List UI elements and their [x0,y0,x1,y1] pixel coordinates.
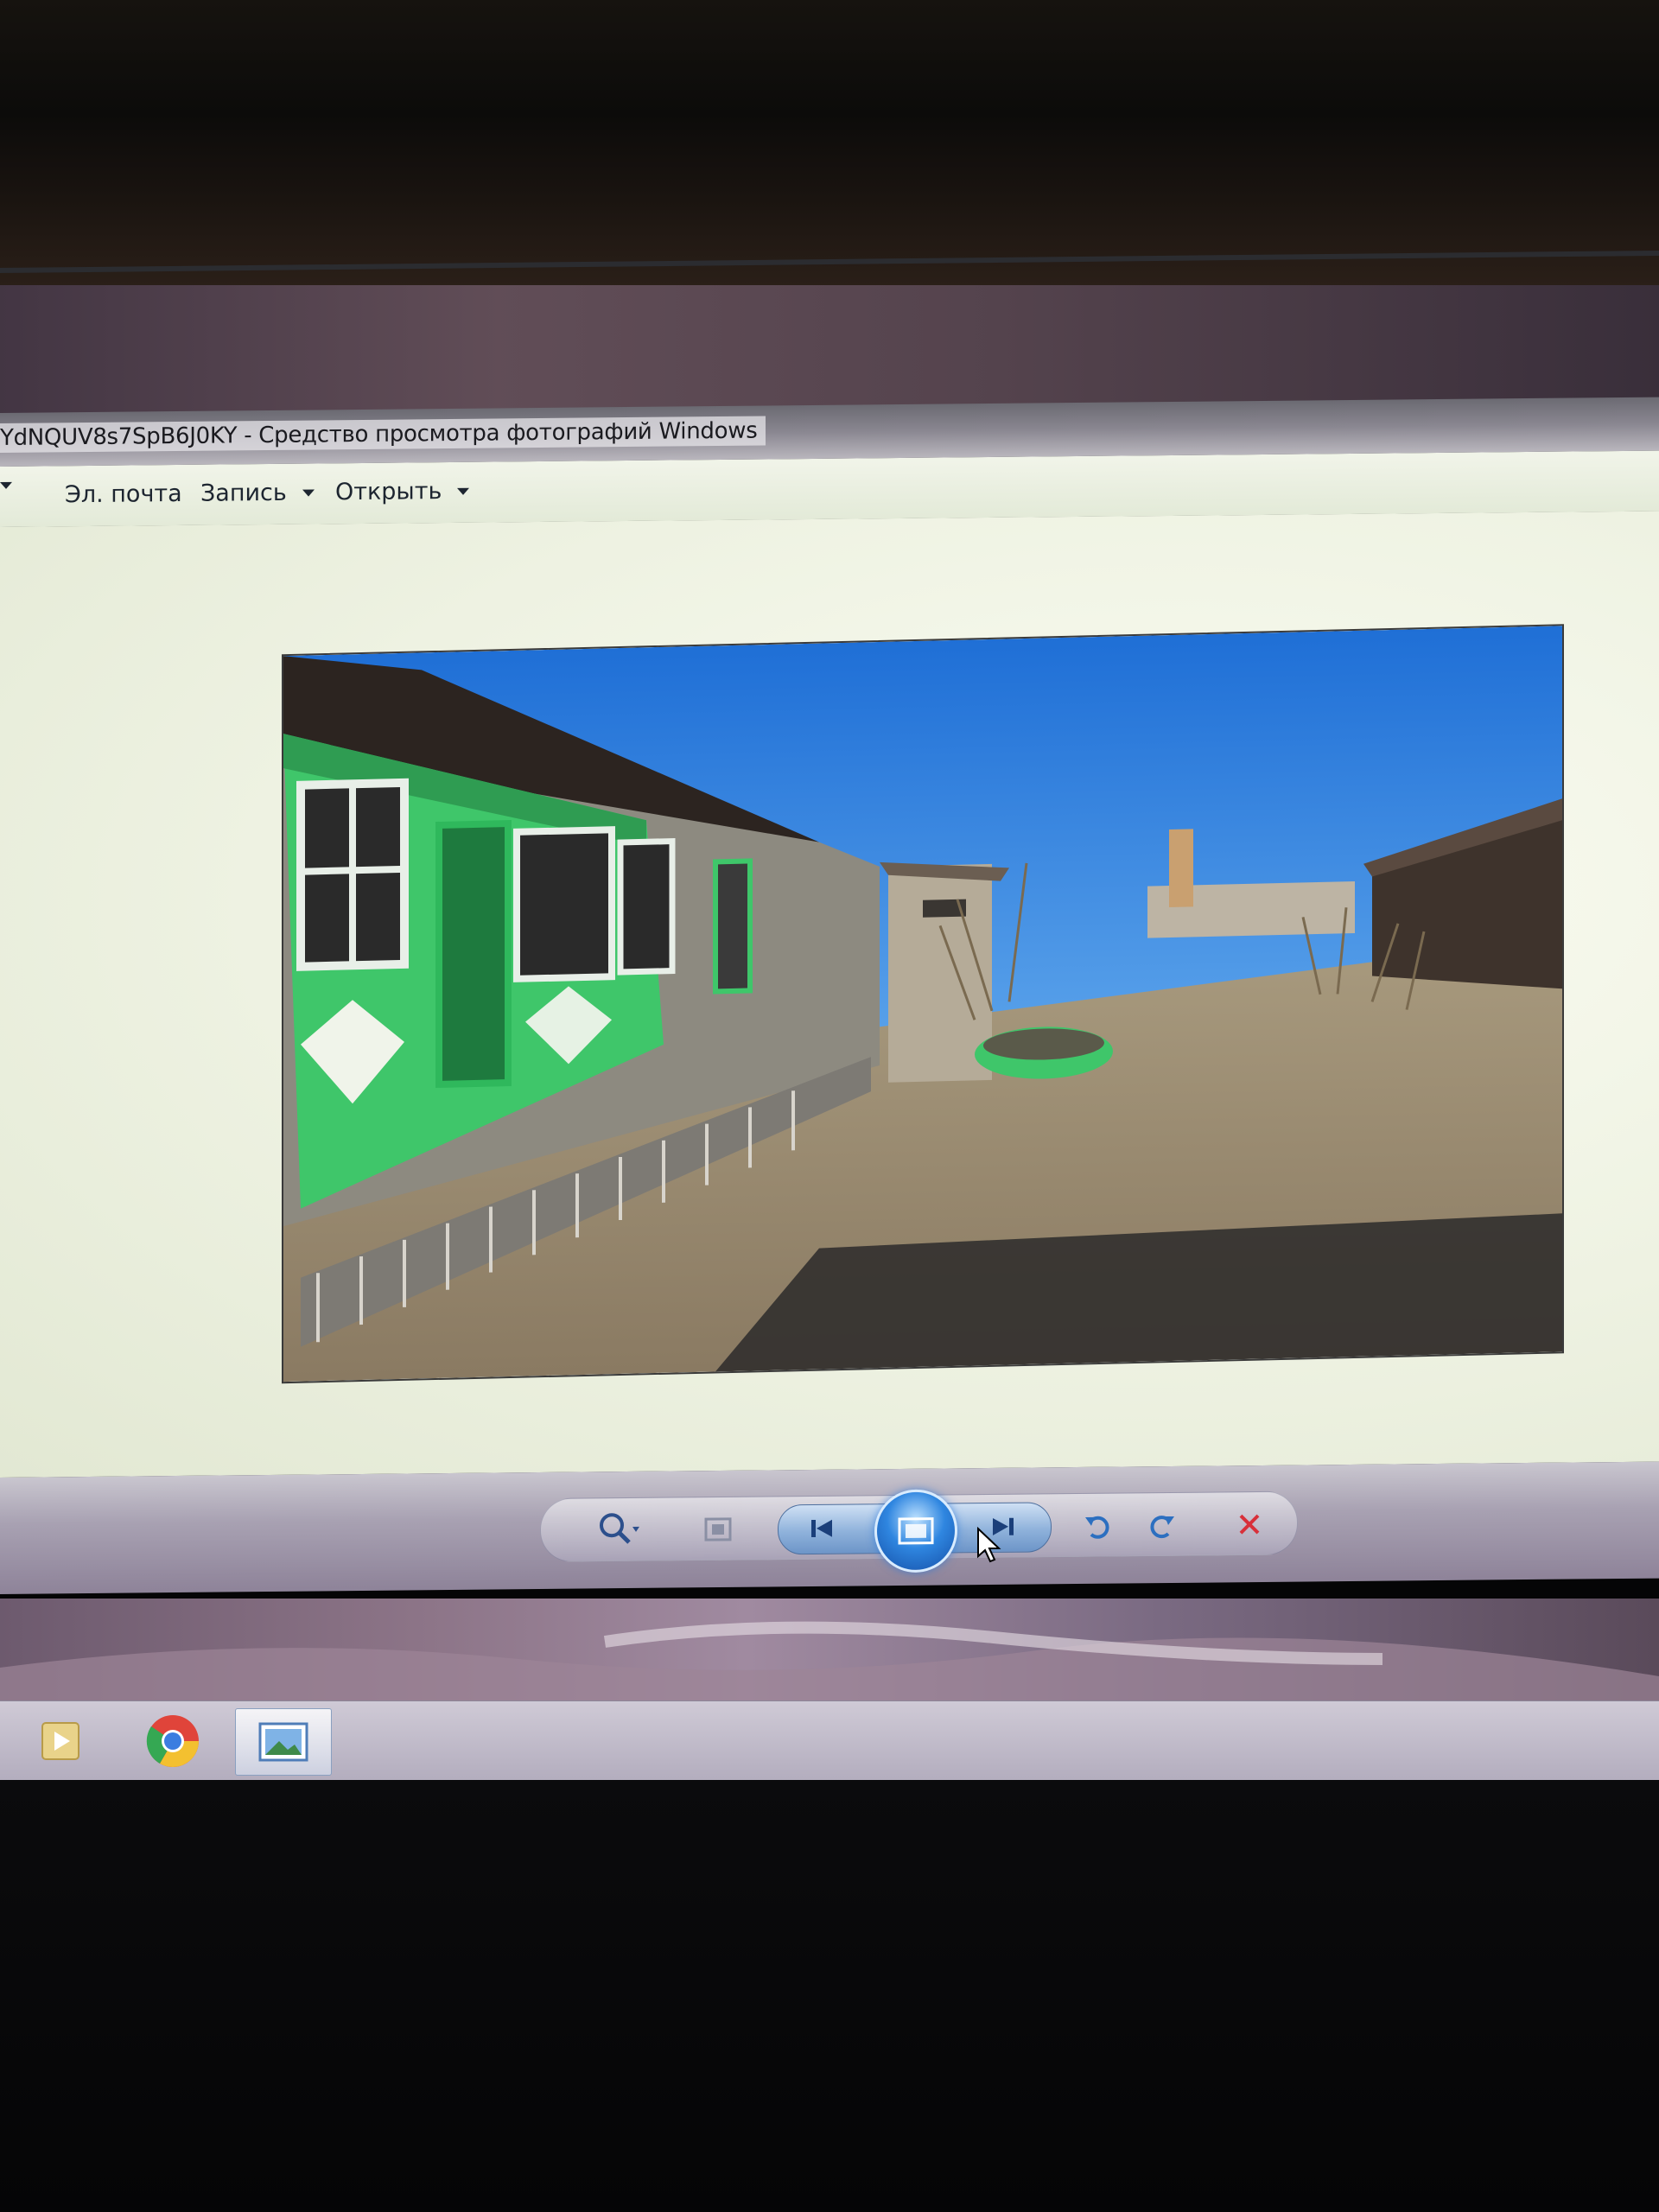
chevron-down-icon [302,489,315,497]
taskbar [0,1700,1659,1781]
image-view-area [0,511,1659,1478]
previous-icon [811,1519,832,1537]
menu-burn-label: Запись [200,479,287,507]
wallpaper-rocks [0,1621,1659,1711]
chevron-down-icon [457,487,470,495]
delete-button[interactable] [1227,1502,1272,1547]
previous-button[interactable] [799,1506,844,1551]
viewer-toolbar [0,1461,1659,1594]
taskbar-media-player[interactable] [13,1708,108,1774]
slideshow-icon [898,1517,934,1545]
monitor-bezel-bottom [0,1780,1659,2212]
zoom-button[interactable] [594,1508,639,1553]
actual-size-button[interactable] [696,1507,741,1552]
mouse-cursor [976,1526,1002,1568]
monitor-bezel-top [0,0,1659,285]
media-player-icon [41,1722,79,1760]
taskbar-photo-viewer[interactable] [235,1708,332,1776]
slideshow-button[interactable] [874,1489,957,1573]
taskbar-chrome[interactable] [125,1708,220,1774]
cursor-arrow-icon [977,1526,1001,1563]
magnifier-icon [600,1513,639,1544]
photo-content [283,626,1562,1382]
window-title: YdNQUV8s7SpB6J0KY - Средство просмотра ф… [0,416,766,453]
menu-email[interactable]: Эл. почта [65,480,182,508]
chrome-icon [146,1715,199,1768]
photo-viewer-window: YdNQUV8s7SpB6J0KY - Средство просмотра ф… [0,397,1659,1605]
rotate-ccw-button[interactable] [1076,1503,1121,1548]
photo-viewer-icon [258,1722,308,1762]
displayed-photo [282,624,1564,1384]
rotate-left-icon [1085,1516,1109,1539]
menu-open-label: Открыть [335,478,442,506]
menu-email-label: Эл. почта [65,480,182,509]
rotate-cw-button[interactable] [1139,1503,1184,1548]
delete-x-icon [1239,1514,1260,1535]
menu-cutoff-arrow[interactable] [0,481,12,489]
rotate-right-icon [1150,1516,1174,1539]
menu-burn[interactable]: Запись [200,480,315,507]
menu-open[interactable]: Открыть [335,478,470,506]
chevron-down-icon [0,481,12,489]
desktop-wallpaper-bottom [0,1599,1659,1711]
fit-window-icon [704,1517,732,1541]
